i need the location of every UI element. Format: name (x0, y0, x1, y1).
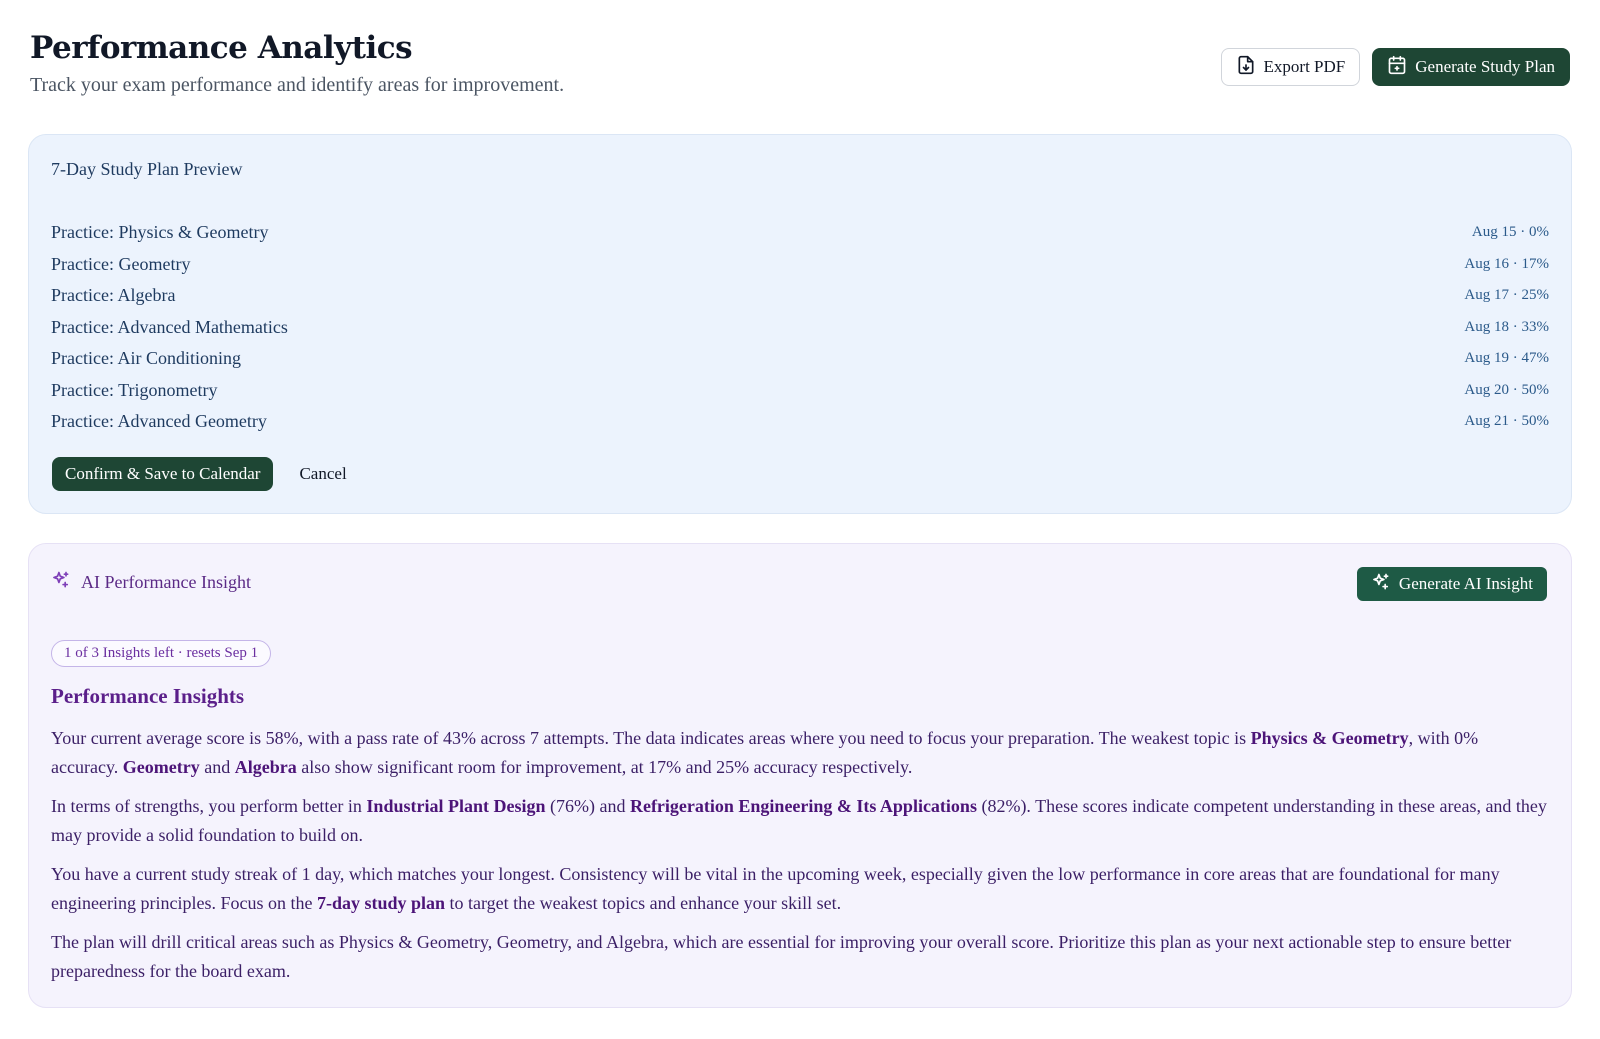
plan-item: Practice: Trigonometry Aug 20 · 50% (51, 375, 1549, 407)
plan-item: Practice: Geometry Aug 16 · 17% (51, 249, 1549, 281)
insight-paragraph: Your current average score is 58%, with … (51, 728, 1479, 777)
confirm-save-calendar-button[interactable]: Confirm & Save to Calendar (52, 457, 274, 491)
insight-emphasis: Refrigeration Engineering & Its Applicat… (629, 796, 977, 816)
insight-paragraph: In terms of strengths, you perform bette… (51, 796, 1547, 845)
plan-item-meta: Aug 18 · 33% (1464, 318, 1549, 335)
plan-item-label: Practice: Air Conditioning (51, 348, 241, 369)
generate-study-plan-label: Generate Study Plan (1415, 57, 1555, 76)
ai-insight-card: AI Performance Insight Generate AI Insig… (28, 543, 1572, 1008)
plan-item: Practice: Algebra Aug 17 · 25% (51, 280, 1549, 312)
plan-item-label: Practice: Physics & Geometry (51, 222, 269, 243)
generate-ai-insight-button[interactable]: Generate AI Insight (1356, 567, 1547, 601)
plan-item-label: Practice: Geometry (51, 253, 191, 274)
insight-quota-badge: 1 of 3 Insights left · resets Sep 1 (51, 640, 272, 667)
plan-item-meta: Aug 16 · 17% (1464, 255, 1549, 272)
study-plan-preview-card: 7-Day Study Plan Preview Practice: Physi… (28, 134, 1572, 514)
insights-body: Your current average score is 58%, with … (51, 724, 1547, 996)
insight-emphasis: Industrial Plant Design (366, 796, 546, 816)
insight-paragraph: You have a current study streak of 1 day… (51, 864, 1500, 913)
plan-item: Practice: Physics & Geometry Aug 15 · 0% (51, 217, 1549, 249)
insight-paragraph: The plan will drill critical areas such … (51, 932, 1512, 981)
header-actions: Export PDF Generate Study Plan (1220, 48, 1570, 86)
plan-item-meta: Aug 20 · 50% (1464, 381, 1549, 398)
plan-item-meta: Aug 15 · 0% (1471, 224, 1549, 241)
file-download-icon (1236, 55, 1256, 80)
calendar-plus-icon (1387, 55, 1407, 80)
insight-emphasis: 7-day study plan (316, 893, 446, 913)
plan-item-label: Practice: Trigonometry (51, 379, 218, 400)
plan-item-label: Practice: Advanced Mathematics (51, 316, 288, 337)
plan-item: Practice: Advanced Mathematics Aug 18 · … (51, 312, 1549, 344)
plan-item-label: Practice: Advanced Geometry (51, 411, 267, 432)
cancel-button[interactable]: Cancel (299, 464, 346, 484)
plan-item: Practice: Air Conditioning Aug 19 · 47% (51, 343, 1549, 375)
page-header: Performance Analytics Track your exam pe… (30, 30, 1570, 110)
insight-emphasis: Physics & Geometry (1250, 728, 1409, 748)
export-pdf-label: Export PDF (1263, 57, 1346, 76)
generate-ai-insight-label: Generate AI Insight (1398, 574, 1533, 593)
sparkles-icon (1371, 572, 1391, 597)
plan-item-meta: Aug 21 · 50% (1464, 413, 1549, 430)
export-pdf-button[interactable]: Export PDF (1220, 48, 1361, 86)
plan-item-label: Practice: Algebra (51, 285, 176, 306)
insight-emphasis: Algebra (234, 757, 297, 777)
plan-item-meta: Aug 19 · 47% (1464, 350, 1549, 367)
insight-header: AI Performance Insight (51, 570, 251, 595)
insights-heading: Performance Insights (51, 684, 245, 708)
insight-emphasis: Geometry (122, 757, 200, 777)
plan-item: Practice: Advanced Geometry Aug 21 · 50% (51, 406, 1549, 438)
insight-title: AI Performance Insight (81, 572, 251, 592)
plan-actions: Confirm & Save to Calendar Cancel (52, 457, 347, 491)
generate-study-plan-button[interactable]: Generate Study Plan (1372, 48, 1570, 86)
plan-list: Practice: Physics & Geometry Aug 15 · 0%… (51, 217, 1549, 438)
plan-title: 7-Day Study Plan Preview (51, 159, 243, 179)
plan-item-meta: Aug 17 · 25% (1464, 287, 1549, 304)
sparkles-icon (51, 570, 71, 595)
